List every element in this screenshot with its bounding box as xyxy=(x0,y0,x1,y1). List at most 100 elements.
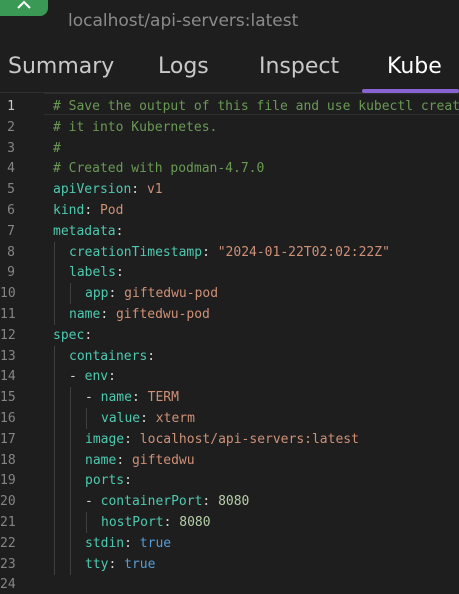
token-punct: : xyxy=(124,535,140,551)
code-text: spec: xyxy=(53,325,92,346)
code-text: hostPort: 8080 xyxy=(101,512,211,533)
code-text: ports: xyxy=(85,470,132,491)
token-bool: true xyxy=(124,556,156,572)
code-line: 19 ports: xyxy=(0,470,459,492)
indent-guide xyxy=(54,470,55,492)
indent-guide xyxy=(70,553,71,575)
code-line: 23 tty: true xyxy=(0,553,459,575)
tab-kube[interactable]: Kube xyxy=(387,54,442,79)
code-line: 14 - env: xyxy=(0,366,459,388)
token-key: image xyxy=(85,431,125,447)
token-str: giftedwu xyxy=(131,452,195,468)
token-key: kind xyxy=(53,203,85,218)
token-key: creationTimestamp xyxy=(69,244,203,260)
token-key: labels xyxy=(69,265,116,281)
code-text: value: xterm xyxy=(101,408,195,429)
line-number: 9 xyxy=(7,265,15,281)
code-text: - containerPort: 8080 xyxy=(85,491,249,512)
indent-guide xyxy=(54,408,55,429)
token-punct: : xyxy=(116,452,132,468)
token-key: containers xyxy=(69,348,148,364)
code-text: name: giftedwu-pod xyxy=(69,304,210,325)
indent-guide xyxy=(70,470,71,492)
code-line: 17 image: localhost/api-servers:latest xyxy=(0,428,459,450)
line-number: 22 xyxy=(0,535,16,551)
indent-guide xyxy=(54,304,55,325)
code-text: creationTimestamp: "2024-01-22T02:02:22Z… xyxy=(69,242,390,263)
tab-inspect[interactable]: Inspect xyxy=(259,54,339,79)
token-key: value xyxy=(101,411,141,426)
tab-summary[interactable]: Summary xyxy=(8,54,114,79)
token-str: TERM xyxy=(147,390,179,406)
token-key: metadata xyxy=(53,223,116,239)
code-text: metadata: xyxy=(53,221,123,242)
code-line: 10 app: giftedwu-pod xyxy=(0,283,459,305)
token-punct: : xyxy=(131,390,148,406)
code-line: 11 name: giftedwu-pod xyxy=(0,304,459,325)
indent-guide xyxy=(54,491,55,513)
line-number: 11 xyxy=(0,307,16,322)
line-number: 1 xyxy=(7,99,15,114)
token-punct: : xyxy=(124,473,132,489)
token-punct: : xyxy=(115,265,124,281)
line-number: 16 xyxy=(0,411,16,426)
token-comment: # it into Kubernetes. xyxy=(53,119,218,135)
line-number: 19 xyxy=(0,473,16,489)
token-punct: : xyxy=(147,348,156,364)
token-key: name xyxy=(85,452,117,468)
indent-guide xyxy=(54,262,55,284)
token-key: spec xyxy=(53,327,85,343)
line-number: 3 xyxy=(7,140,15,156)
indent-guide xyxy=(86,408,87,429)
line-number: 8 xyxy=(7,244,15,260)
kube-yaml-editor[interactable]: 1 # Save the output of this file and use … xyxy=(0,93,459,594)
code-line: 18 name: giftedwu xyxy=(0,449,459,471)
code-text: app: giftedwu-pod xyxy=(85,283,218,304)
code-text: tty: true xyxy=(85,554,155,575)
line-number: 6 xyxy=(7,203,15,218)
image-name: localhost/api-servers:latest xyxy=(68,11,299,31)
token-key: hostPort xyxy=(101,515,164,530)
token-str: localhost/api-servers:latest xyxy=(139,431,359,447)
token-punct: : xyxy=(108,286,125,302)
code-text: # Created with podman-4.7.0 xyxy=(53,158,264,179)
code-line: 1 # Save the output of this file and use … xyxy=(0,96,459,117)
indent-guide xyxy=(54,428,55,450)
code-text: labels: xyxy=(69,262,124,283)
indent-guide xyxy=(54,449,55,471)
indent-guide xyxy=(54,241,55,263)
token-punct: : xyxy=(163,515,180,530)
line-number: 7 xyxy=(7,223,15,239)
token-punct: : xyxy=(140,411,156,426)
code-text: # xyxy=(53,138,61,159)
token-str: Pod xyxy=(99,203,124,218)
line-number: 23 xyxy=(0,556,16,572)
token-key: containerPort xyxy=(100,494,203,510)
indent-guide xyxy=(70,408,71,429)
indent-guide xyxy=(54,345,55,367)
line-number: 10 xyxy=(0,286,16,302)
code-line: 24 xyxy=(0,574,459,594)
code-text: kind: Pod xyxy=(53,200,123,221)
token-num: 8080 xyxy=(218,494,250,510)
token-punct: : xyxy=(202,244,218,260)
indent-guide xyxy=(86,512,87,533)
code-line: 2 # it into Kubernetes. xyxy=(0,117,459,138)
indent-guide xyxy=(70,491,71,513)
indent-guide xyxy=(54,553,55,575)
code-line: 13 containers: xyxy=(0,345,459,367)
line-number: 20 xyxy=(0,494,16,510)
token-key: apiVersion xyxy=(53,182,132,198)
token-punct: : xyxy=(131,182,147,198)
indent-guide xyxy=(70,449,71,471)
token-punct: : xyxy=(115,223,124,239)
indent-guide xyxy=(70,283,71,305)
token-punct: : xyxy=(108,556,125,572)
container-header: localhost/api-servers:latest xyxy=(0,0,459,44)
indent-guide xyxy=(70,532,71,554)
token-key: env xyxy=(84,369,109,385)
token-key: app xyxy=(85,286,109,302)
tab-logs[interactable]: Logs xyxy=(158,54,209,79)
code-text: stdin: true xyxy=(85,533,171,554)
indent-guide xyxy=(70,387,71,409)
